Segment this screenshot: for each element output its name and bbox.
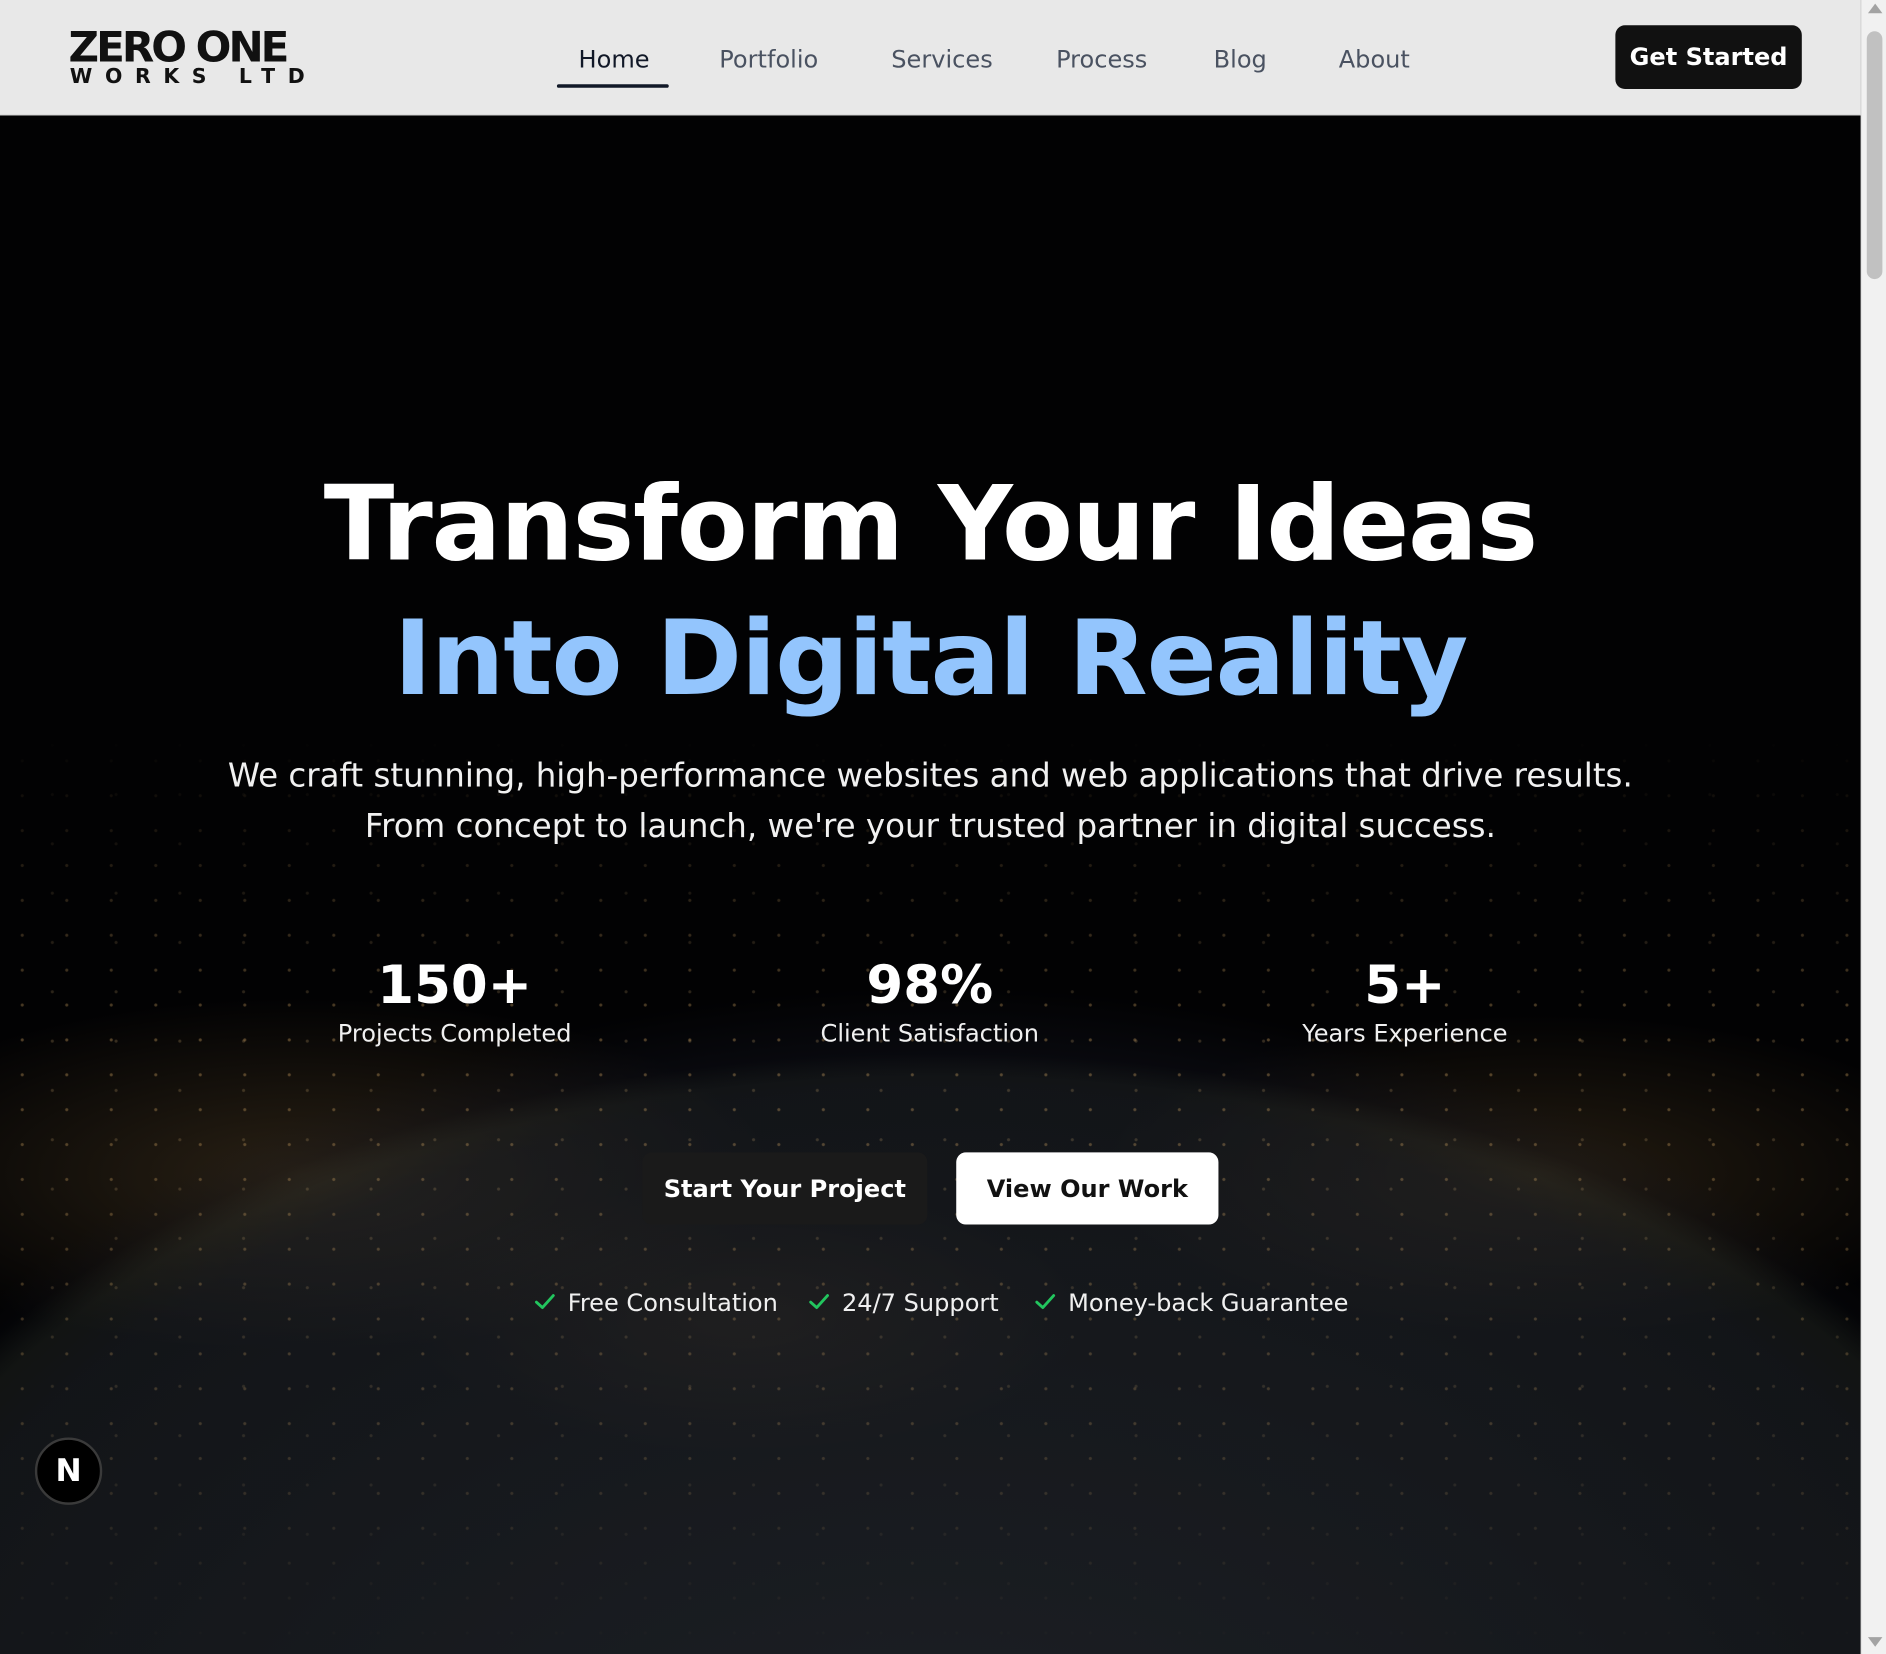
city-lights-background bbox=[0, 115, 1861, 1654]
nav-blog[interactable]: Blog bbox=[1214, 41, 1267, 77]
scrollbar-thumb[interactable] bbox=[1866, 31, 1883, 280]
stat-label: Projects Completed bbox=[337, 1018, 572, 1048]
hero-headline-line2: Into Digital Reality bbox=[393, 599, 1469, 720]
hero-subtitle-line2: From concept to launch, we're your trust… bbox=[364, 808, 1496, 846]
stat-label: Client Satisfaction bbox=[820, 1018, 1040, 1048]
get-started-button[interactable]: Get Started bbox=[1615, 25, 1802, 90]
check-icon bbox=[534, 1285, 558, 1321]
scroll-down-arrow-icon[interactable] bbox=[1867, 1637, 1883, 1647]
stat-value: 98% bbox=[866, 955, 994, 1017]
scroll-up-arrow-icon[interactable] bbox=[1867, 3, 1883, 14]
hero-subtitle-line1: We craft stunning, high-performance webs… bbox=[227, 757, 1633, 796]
stat-satisfaction: 98% Client Satisfaction bbox=[749, 955, 1110, 1049]
view-work-button[interactable]: View Our Work bbox=[956, 1152, 1219, 1225]
start-project-button[interactable]: Start Your Project bbox=[642, 1152, 928, 1225]
feature-money-back: Money-back Guarantee bbox=[1034, 1285, 1348, 1321]
hero-section: Transform Your Ideas Into Digital Realit… bbox=[0, 115, 1861, 1654]
site-header: ZERO ONE WORKS LTD Home Portfolio Servic… bbox=[0, 0, 1861, 116]
stat-value: 5+ bbox=[1364, 955, 1446, 1017]
feature-support: 24/7 Support bbox=[808, 1285, 999, 1321]
active-nav-indicator bbox=[556, 84, 669, 88]
feature-label: 24/7 Support bbox=[841, 1288, 999, 1318]
nav-services[interactable]: Services bbox=[891, 41, 992, 77]
feature-label: Free Consultation bbox=[567, 1288, 778, 1318]
feature-label: Money-back Guarantee bbox=[1068, 1288, 1349, 1318]
nav-about[interactable]: About bbox=[1339, 41, 1410, 77]
logo-line2: WORKS LTD bbox=[69, 64, 318, 90]
hero-headline-line1: Transform Your Ideas bbox=[323, 464, 1538, 585]
stat-experience: 5+ Years Experience bbox=[1224, 955, 1585, 1049]
feature-free-consultation: Free Consultation bbox=[534, 1285, 778, 1321]
page: ZERO ONE WORKS LTD Home Portfolio Servic… bbox=[0, 0, 1886, 1654]
logo-line1: ZERO ONE bbox=[68, 24, 290, 73]
nav-home[interactable]: Home bbox=[579, 41, 650, 77]
stat-label: Years Experience bbox=[1302, 1018, 1508, 1048]
nextjs-dev-badge[interactable]: N bbox=[34, 1437, 103, 1505]
logo[interactable]: ZERO ONE WORKS LTD bbox=[68, 24, 305, 91]
nav-process[interactable]: Process bbox=[1056, 41, 1147, 77]
scrollbar[interactable] bbox=[1860, 0, 1886, 1654]
nav-portfolio[interactable]: Portfolio bbox=[719, 41, 818, 77]
stat-value: 150+ bbox=[377, 955, 533, 1017]
check-icon bbox=[1034, 1285, 1058, 1321]
check-icon bbox=[808, 1285, 832, 1321]
stat-projects: 150+ Projects Completed bbox=[274, 955, 635, 1049]
